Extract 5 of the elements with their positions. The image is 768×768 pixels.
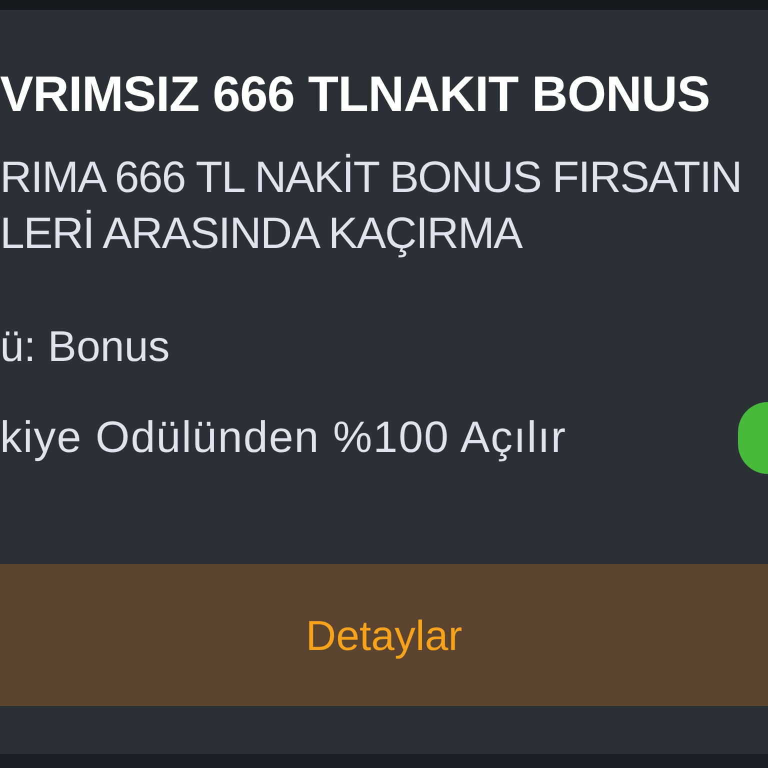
details-button[interactable]: Detaylar (0, 564, 768, 706)
bonus-description: RIMA 666 TL NAKİT BONUS FIRSATIN LERİ ARASINDA KAÇIRMA (0, 152, 742, 260)
unlock-text: kiye Odülünden %100 Açılır (0, 412, 567, 464)
bonus-title: VRIMSIZ 666 TLNAKIT BONUS (0, 68, 711, 120)
bonus-type-text: ü: Bonus (0, 322, 171, 372)
